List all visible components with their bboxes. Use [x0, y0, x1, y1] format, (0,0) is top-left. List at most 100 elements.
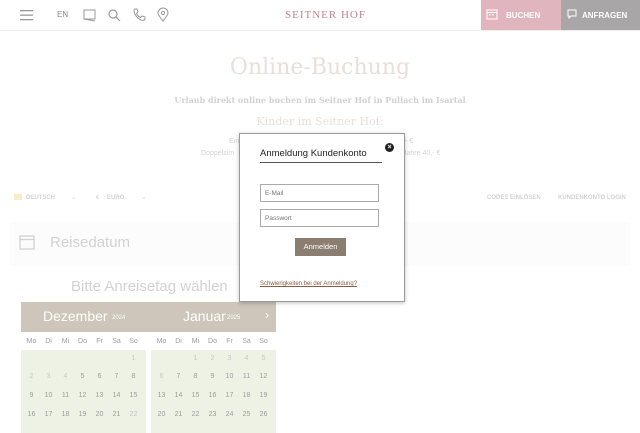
- calendar-day[interactable]: 26: [257, 408, 270, 421]
- brochure-icon[interactable]: [81, 6, 99, 24]
- calendar-day[interactable]: 17: [223, 389, 236, 402]
- calendar-day[interactable]: 13: [93, 389, 106, 402]
- password-field[interactable]: [260, 209, 379, 227]
- weekday: So: [129, 338, 138, 345]
- calendar-day[interactable]: 9: [25, 389, 38, 402]
- anreisetag-prompt: Bitte Anreisetag wählen: [71, 278, 228, 295]
- calendar-day[interactable]: 24: [223, 408, 236, 421]
- calendar-icon: [486, 9, 498, 20]
- login-button[interactable]: Anmelden: [295, 238, 346, 256]
- calendar-day: 4: [63, 373, 68, 380]
- weekday: Di: [175, 338, 182, 345]
- location-icon[interactable]: [154, 6, 172, 24]
- currency-select[interactable]: EURO: [107, 195, 124, 201]
- calendar-day[interactable]: 12: [76, 389, 89, 402]
- calendar-day[interactable]: 16: [206, 389, 219, 402]
- calendar-day[interactable]: 15: [189, 389, 202, 402]
- euro-icon: €: [96, 195, 100, 201]
- calendar-day[interactable]: 7: [110, 370, 123, 383]
- calendar-day: 3: [227, 355, 232, 362]
- header: EN Seitner Hof BUCHEN ANFRAGEN: [0, 0, 640, 31]
- month-grid-dec: 1 2 3 4 5 6 7 8 9 10 11 12 13 14 15 16 1…: [21, 350, 146, 433]
- calendar-day[interactable]: 14: [110, 389, 123, 402]
- anfragen-button[interactable]: ANFRAGEN: [561, 0, 640, 30]
- calendar-day: 2: [210, 355, 215, 362]
- calendar-day[interactable]: 19: [76, 408, 89, 421]
- phone-icon[interactable]: [130, 6, 148, 24]
- month-dezember: Dezember: [43, 308, 108, 324]
- weekday: Mo: [156, 338, 167, 345]
- language-select[interactable]: DEUTSCH: [26, 195, 55, 201]
- calendar-day[interactable]: 23: [206, 408, 219, 421]
- logo[interactable]: Seitner Hof: [285, 9, 366, 21]
- calendar-day[interactable]: 21: [172, 408, 185, 421]
- calendar-day[interactable]: 19: [257, 389, 270, 402]
- calendar-day[interactable]: 15: [127, 389, 140, 402]
- weekday: Fr: [96, 338, 103, 345]
- kids-line1-start: Ein: [229, 138, 240, 145]
- calendar-day[interactable]: 21: [110, 408, 123, 421]
- login-modal: Anmeldung Kundenkonto × Anmelden Schwier…: [239, 133, 405, 302]
- calendar-day[interactable]: 8: [189, 370, 202, 383]
- calendar-day[interactable]: 16: [25, 408, 38, 421]
- calendar-day[interactable]: 11: [240, 370, 253, 383]
- calendar-day: 3: [46, 373, 51, 380]
- kundenkonto-login-link[interactable]: KUNDENKONTO LOGIN: [558, 195, 626, 201]
- month-grid-jan: 1 2 3 4 5 6 7 8 9 10 11 12 13 14 15 16 1…: [151, 350, 276, 433]
- close-icon[interactable]: ×: [385, 143, 394, 152]
- calendar-day[interactable]: 6: [93, 370, 106, 383]
- kids-line1-end: - €: [405, 138, 414, 145]
- calendar-day[interactable]: 20: [155, 408, 168, 421]
- reisedatum-label: Reisedatum: [50, 234, 131, 251]
- codes-link[interactable]: CODES EINLÖSEN: [487, 195, 541, 201]
- calendar-day[interactable]: 10: [223, 370, 236, 383]
- calendar-day[interactable]: 25: [240, 408, 253, 421]
- language-link[interactable]: EN: [57, 10, 68, 19]
- weekday: Sa: [112, 338, 121, 345]
- calendar-day[interactable]: 14: [172, 389, 185, 402]
- weekday: Sa: [242, 338, 251, 345]
- calendar-day[interactable]: 22: [189, 408, 202, 421]
- calendar-day[interactable]: 13: [155, 389, 168, 402]
- calendar-day[interactable]: 7: [172, 370, 185, 383]
- calendar-day[interactable]: 20: [93, 408, 106, 421]
- weekday: Mi: [191, 338, 200, 345]
- modal-title: Anmeldung Kundenkonto: [260, 148, 382, 163]
- login-help-link[interactable]: Schwierigkeiten bei der Anmeldung?: [260, 281, 357, 287]
- weekday: Mi: [61, 338, 70, 345]
- chevron-down-icon: ⌄: [71, 194, 77, 201]
- email-field[interactable]: [260, 184, 379, 202]
- calendar-day: 4: [244, 355, 249, 362]
- calendar-day[interactable]: 9: [206, 370, 219, 383]
- calendar-day[interactable]: 18: [59, 408, 72, 421]
- flag-icon: [14, 194, 22, 200]
- calendar-day: 2: [29, 373, 34, 380]
- calendar-day[interactable]: 10: [42, 389, 55, 402]
- search-icon[interactable]: [105, 6, 123, 24]
- kids-line2-end: Jahre 40,- €: [403, 150, 441, 157]
- buchen-button[interactable]: BUCHEN: [481, 0, 561, 30]
- buchen-label: BUCHEN: [506, 11, 541, 20]
- weekday: So: [259, 338, 268, 345]
- weekday: Mo: [26, 338, 37, 345]
- kids-line2-start: Doppelzim: [201, 150, 235, 157]
- calendar-day[interactable]: 17: [42, 408, 55, 421]
- year-2024: 2024: [112, 315, 126, 321]
- calendar-icon: [19, 235, 35, 250]
- calendar: Dezember 2024 Januar 2025 › Mo Di Mi Do …: [21, 302, 276, 433]
- month-januar: Januar: [183, 308, 226, 324]
- calendar-day[interactable]: 8: [127, 370, 140, 383]
- calendar-day: 1: [193, 355, 198, 362]
- page-subtitle: Urlaub direkt online buchen im Seitner H…: [174, 95, 466, 105]
- anfragen-label: ANFRAGEN: [582, 11, 628, 20]
- chat-icon: [567, 9, 577, 20]
- calendar-day[interactable]: 18: [240, 389, 253, 402]
- calendar-day: 22: [129, 411, 138, 418]
- next-month-icon[interactable]: ›: [265, 308, 269, 322]
- page-title: Online-Buchung: [229, 55, 411, 80]
- calendar-day[interactable]: 12: [257, 370, 270, 383]
- weekday: Fr: [226, 338, 233, 345]
- calendar-day[interactable]: 11: [59, 389, 72, 402]
- menu-icon[interactable]: [18, 6, 36, 24]
- calendar-day[interactable]: 5: [76, 370, 89, 383]
